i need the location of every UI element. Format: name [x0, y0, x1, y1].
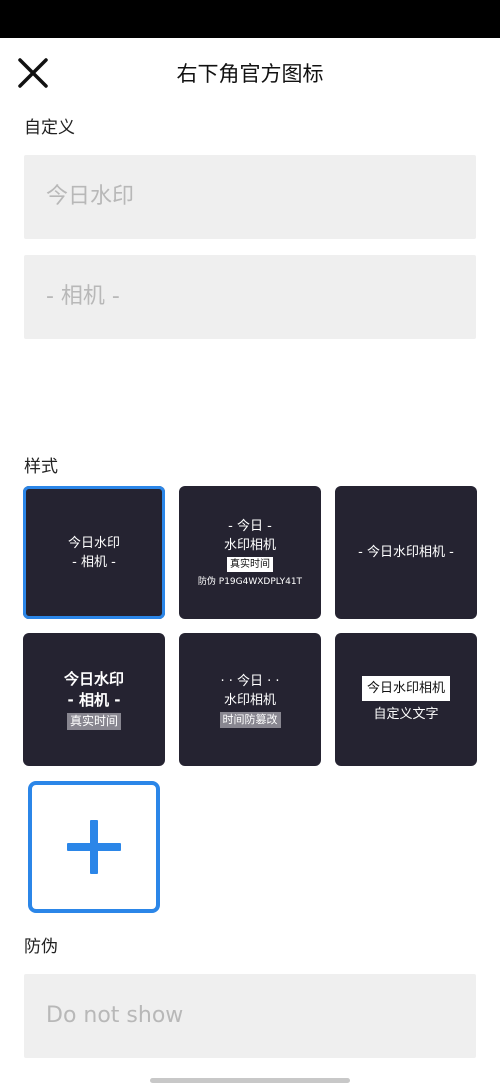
add-style-button[interactable] [28, 781, 160, 913]
tile-text: · · 今日 · · [220, 673, 280, 689]
style-option-3[interactable]: - 今日水印相机 - [335, 486, 477, 619]
tile-text: - 相机 - [67, 691, 121, 709]
style-option-6[interactable]: 今日水印相机 自定义文字 [335, 633, 477, 766]
home-indicator [150, 1078, 350, 1083]
custom-text-input-2[interactable]: - 相机 - [24, 255, 476, 339]
tile-chip: 真实时间 [66, 713, 121, 730]
style-option-5[interactable]: · · 今日 · · 水印相机 时间防篡改 [179, 633, 321, 766]
anti-fake-field[interactable]: Do not show [24, 974, 476, 1058]
tile-footer: 防伪 P19G4WXDPLY41T [197, 576, 303, 587]
tile-text: 今日水印 [63, 670, 124, 688]
tile-chip: 真实时间 [227, 556, 273, 572]
tile-text: - 今日水印相机 - [358, 545, 454, 560]
anti-fake-section-label: 防伪 [24, 937, 58, 957]
tile-chip: 时间防篡改 [219, 711, 281, 728]
tile-text: 水印相机 [223, 692, 276, 708]
style-option-4[interactable]: 今日水印 - 相机 - 真实时间 [23, 633, 165, 766]
tile-text: 水印相机 [223, 537, 276, 553]
tile-text: 今日水印 [67, 535, 120, 551]
tile-text: - 今日 - [228, 518, 272, 534]
custom-text-input-1[interactable]: 今日水印 [24, 155, 476, 239]
status-bar [0, 0, 500, 38]
page-title: 右下角官方图标 [176, 62, 324, 86]
tile-text: 自定义文字 [373, 706, 439, 722]
custom-section-label: 自定义 [24, 118, 75, 138]
plus-icon [67, 820, 121, 874]
style-option-2[interactable]: - 今日 - 水印相机 真实时间 防伪 P19G4WXDPLY41T [179, 486, 321, 619]
tile-chip: 今日水印相机 [361, 675, 450, 701]
tile-text: - 相机 - [72, 554, 116, 570]
style-option-1[interactable]: 今日水印 - 相机 - [23, 486, 165, 619]
style-section-label: 样式 [24, 457, 58, 477]
